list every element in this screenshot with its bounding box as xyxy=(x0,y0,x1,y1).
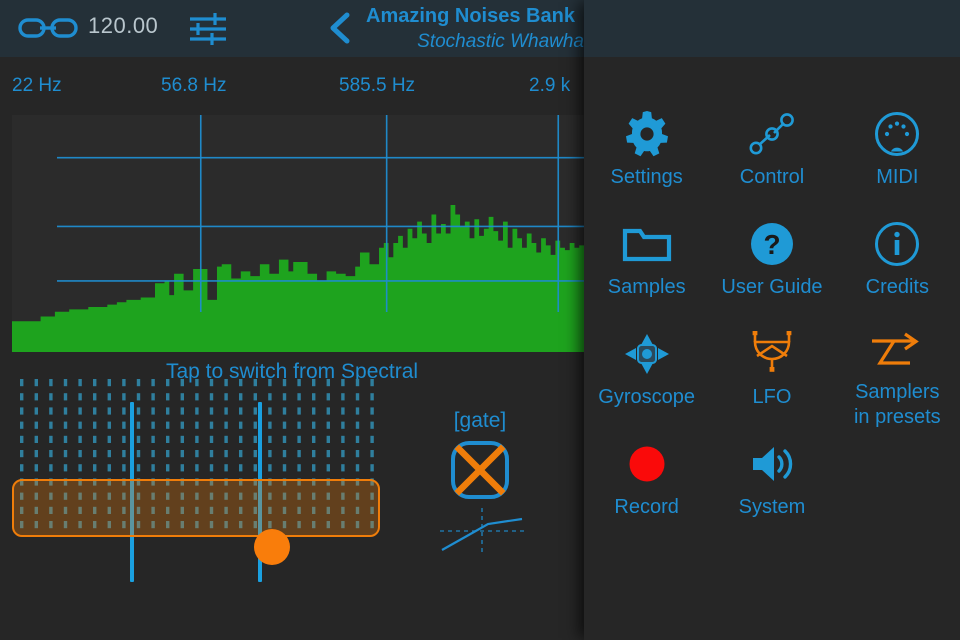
gyroscope-icon xyxy=(623,326,671,382)
back-button[interactable] xyxy=(325,10,357,46)
menu-item-label: System xyxy=(738,496,806,518)
record-dot-icon xyxy=(626,436,668,492)
freq-tick-0: 22 Hz xyxy=(12,75,62,96)
arrow-step-icon xyxy=(868,326,926,376)
menu-item-samplers[interactable]: Samplers in presets xyxy=(835,320,960,430)
freq-tick-1: 56.8 Hz xyxy=(161,75,227,96)
menu-item-label: LFO xyxy=(752,386,792,408)
freq-tick-2: 585.5 Hz xyxy=(339,75,416,96)
menu-item-credits[interactable]: Credits xyxy=(835,210,960,320)
value-knob[interactable] xyxy=(254,529,290,565)
bottom-meter[interactable] xyxy=(280,617,584,640)
bank-title: Amazing Noises Bank xyxy=(366,5,575,27)
menu-item-gyroscope[interactable]: Gyroscope xyxy=(584,320,709,430)
menu-item-label: Control xyxy=(739,166,805,188)
link-icon[interactable] xyxy=(18,14,78,42)
menu-item-label: Record xyxy=(614,496,679,518)
menu-item-settings[interactable]: Settings xyxy=(584,100,709,210)
gear-icon xyxy=(624,106,670,162)
sliders-icon[interactable] xyxy=(185,8,231,50)
menu-item-lfo[interactable]: LFO xyxy=(709,320,834,430)
spectrum-display[interactable] xyxy=(12,115,584,352)
preset-title-group[interactable]: Amazing Noises Bank Stochastic Whawha xyxy=(366,4,584,54)
menu-item-label: Gyroscope xyxy=(598,386,696,408)
x-cross-icon[interactable] xyxy=(450,440,510,500)
menu-item-label: Samples xyxy=(607,276,686,298)
menu-item-samples[interactable]: Samples xyxy=(584,210,709,320)
menu-item-label: MIDI xyxy=(876,166,919,188)
speaker-icon xyxy=(748,436,796,492)
menu-panel: Settings Control MIDI Samples? User Guide Cre… xyxy=(584,0,960,640)
menu-item-control[interactable]: Control xyxy=(709,100,834,210)
lfo-icon xyxy=(749,326,795,382)
gate-label: [gate] xyxy=(453,409,507,432)
selected-row-band[interactable] xyxy=(12,479,380,537)
menu-item-user-guide[interactable]: ? User Guide xyxy=(709,210,834,320)
menu-grid: Settings Control MIDI Samples? User Guide Cre… xyxy=(584,100,960,540)
preset-name: Stochastic Whawha xyxy=(417,31,584,52)
bpm-value[interactable]: 120.00 xyxy=(88,13,158,39)
app-root: 120.00 Amazing Noises Bank Stochastic Wh… xyxy=(0,0,960,640)
menu-item-label: User Guide xyxy=(721,276,823,298)
menu-panel-header xyxy=(584,0,960,57)
info-icon xyxy=(874,216,920,272)
menu-item-midi[interactable]: MIDI xyxy=(835,100,960,210)
midi-din-icon xyxy=(873,106,921,162)
menu-item-label: Settings xyxy=(610,166,683,188)
question-icon: ? xyxy=(749,216,795,272)
menu-item-record[interactable]: Record xyxy=(584,430,709,540)
frequency-axis: 22 Hz 56.8 Hz 585.5 Hz 2.9 k xyxy=(0,75,600,103)
transfer-curve-icon[interactable] xyxy=(438,507,526,553)
folder-icon xyxy=(622,216,672,272)
freq-tick-3: 2.9 k xyxy=(529,75,571,96)
menu-item-label: Credits xyxy=(865,276,929,298)
nodes-icon xyxy=(748,106,796,162)
menu-item-label: Samplers in presets xyxy=(853,381,941,428)
menu-item-system[interactable]: System xyxy=(709,430,834,540)
svg-text:?: ? xyxy=(763,229,780,260)
